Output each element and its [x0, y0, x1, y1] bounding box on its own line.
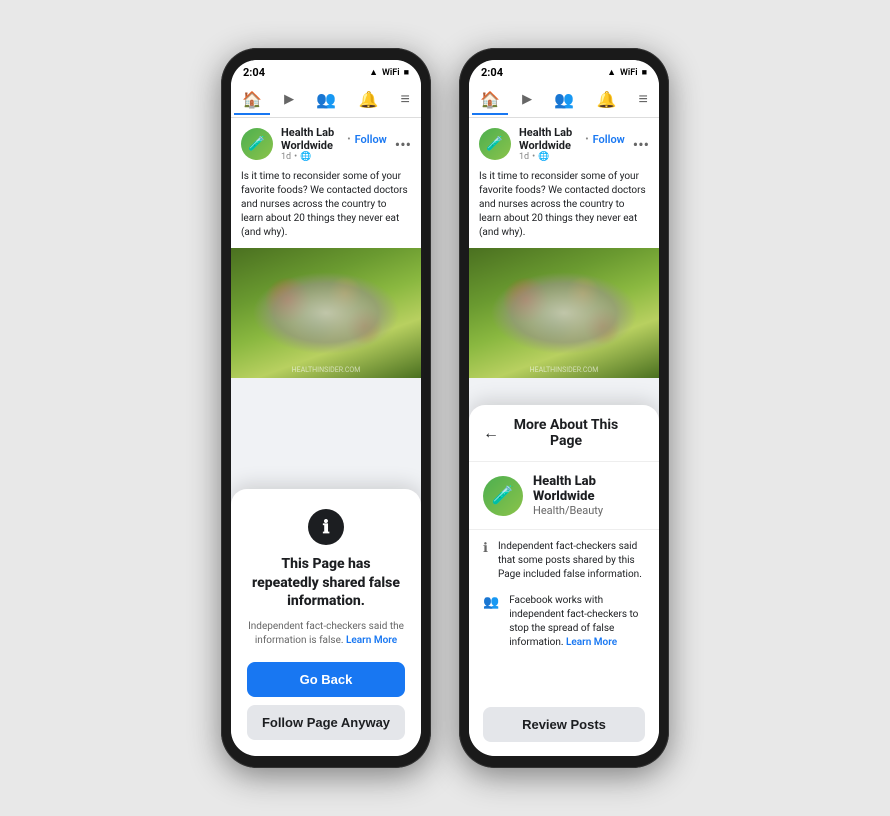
go-back-button[interactable]: Go Back	[247, 662, 405, 697]
fact-text-2: Facebook works with independent fact-che…	[509, 594, 645, 650]
nav-notifications-1[interactable]: 🔔	[350, 86, 386, 115]
battery-icon-2: ■	[642, 67, 647, 78]
post-time-2: 1d • 🌐	[519, 152, 625, 162]
fact-check-items: ℹ Independent fact-checkers said that so…	[469, 530, 659, 699]
phone-2: 2:04 ▲ WiFi ■ 🏠 ▶ 👥 🔔	[459, 48, 669, 768]
menu-icon-1: ≡	[401, 89, 410, 109]
more-about-panel: ← More About This Page 🧪 Health Lab Worl…	[469, 405, 659, 756]
privacy-icon-1: 🌐	[300, 152, 311, 162]
fact-item-1: ℹ Independent fact-checkers said that so…	[483, 540, 645, 582]
watermark-2: HEALTHINSIDER.COM	[530, 366, 599, 374]
bell-icon-2: 🔔	[596, 90, 616, 109]
food-overlay-1	[231, 248, 421, 378]
fact-text-1: Independent fact-checkers said that some…	[498, 540, 645, 582]
battery-icon-1: ■	[404, 67, 409, 78]
wifi-icon-1: WiFi	[382, 68, 400, 78]
phone-1: 2:04 ▲ WiFi ■ 🏠 ▶ 👥 🔔	[221, 48, 431, 768]
nav-people-1[interactable]: 👥	[308, 86, 344, 115]
feed-content-2: 🧪 Health Lab Worldwide • Follow 1d • 🌐	[469, 118, 659, 756]
page-info-category: Health/Beauty	[533, 504, 645, 517]
home-icon-1: 🏠	[242, 90, 262, 109]
watch-icon-2: ▶	[522, 92, 532, 107]
learn-more-link-2[interactable]: Learn More	[566, 637, 617, 648]
food-overlay-2	[469, 248, 659, 378]
watermark-1: HEALTHINSIDER.COM	[292, 366, 361, 374]
privacy-icon-2: 🌐	[538, 152, 549, 162]
nav-menu-2[interactable]: ≡	[631, 85, 656, 115]
post-image-2: HEALTHINSIDER.COM	[469, 248, 659, 378]
more-options-btn-1[interactable]: •••	[395, 135, 411, 154]
nav-notifications-2[interactable]: 🔔	[588, 86, 624, 115]
status-time-1: 2:04	[243, 66, 265, 79]
page-info-avatar: 🧪	[483, 476, 523, 516]
info-icon-fact-1: ℹ	[483, 541, 488, 556]
post-meta-1: Health Lab Worldwide • Follow 1d • 🌐	[281, 126, 387, 162]
info-icon-sheet: ℹ	[308, 509, 344, 545]
post-meta-2: Health Lab Worldwide • Follow 1d • 🌐	[519, 126, 625, 162]
review-posts-button[interactable]: Review Posts	[483, 707, 645, 742]
sheet-title: This Page has repeatedly shared false in…	[247, 555, 405, 610]
post-time-1: 1d • 🌐	[281, 152, 387, 162]
status-bar-2: 2:04 ▲ WiFi ■	[469, 60, 659, 83]
home-icon-2: 🏠	[480, 90, 500, 109]
people-icon-fact-2: 👥	[483, 595, 499, 610]
follow-anyway-button[interactable]: Follow Page Anyway	[247, 705, 405, 740]
page-avatar-1: 🧪	[241, 128, 273, 160]
post-text-2: Is it time to reconsider some of your fa…	[469, 170, 659, 248]
menu-icon-2: ≡	[639, 89, 648, 109]
post-card-1: 🧪 Health Lab Worldwide • Follow 1d • 🌐	[231, 118, 421, 378]
page-avatar-2: 🧪	[479, 128, 511, 160]
fb-navbar-1: 🏠 ▶ 👥 🔔 ≡	[231, 83, 421, 118]
phones-container: 2:04 ▲ WiFi ■ 🏠 ▶ 👥 🔔	[221, 48, 669, 768]
nav-home-2[interactable]: 🏠	[472, 86, 508, 115]
signal-icon-1: ▲	[369, 67, 378, 78]
panel-title: More About This Page	[507, 417, 625, 449]
status-icons-1: ▲ WiFi ■	[369, 67, 409, 78]
post-image-1: HEALTHINSIDER.COM	[231, 248, 421, 378]
page-name-1[interactable]: Health Lab Worldwide	[281, 126, 343, 152]
post-card-2: 🧪 Health Lab Worldwide • Follow 1d • 🌐	[469, 118, 659, 378]
phone-1-screen: 2:04 ▲ WiFi ■ 🏠 ▶ 👥 🔔	[231, 60, 421, 756]
status-time-2: 2:04	[481, 66, 503, 79]
nav-home-1[interactable]: 🏠	[234, 86, 270, 115]
panel-header: ← More About This Page	[469, 405, 659, 462]
post-header-1: 🧪 Health Lab Worldwide • Follow 1d • 🌐	[231, 118, 421, 170]
nav-people-2[interactable]: 👥	[546, 86, 582, 115]
page-info-text: Health Lab Worldwide Health/Beauty	[533, 474, 645, 517]
fact-item-2: 👥 Facebook works with independent fact-c…	[483, 594, 645, 650]
nav-watch-1[interactable]: ▶	[276, 88, 302, 113]
phone-2-screen: 2:04 ▲ WiFi ■ 🏠 ▶ 👥 🔔	[469, 60, 659, 756]
nav-watch-2[interactable]: ▶	[514, 88, 540, 113]
follow-link-1[interactable]: Follow	[355, 133, 387, 146]
feed-content-1: 🧪 Health Lab Worldwide • Follow 1d • 🌐	[231, 118, 421, 756]
watch-icon-1: ▶	[284, 92, 294, 107]
nav-menu-1[interactable]: ≡	[393, 85, 418, 115]
back-arrow-icon[interactable]: ←	[483, 423, 499, 443]
learn-more-link-1[interactable]: Learn More	[346, 635, 397, 646]
status-icons-2: ▲ WiFi ■	[607, 67, 647, 78]
more-options-btn-2[interactable]: •••	[633, 135, 649, 154]
warning-sheet: ℹ This Page has repeatedly shared false …	[231, 489, 421, 756]
signal-icon-2: ▲	[607, 67, 616, 78]
bell-icon-1: 🔔	[358, 90, 378, 109]
post-text-1: Is it time to reconsider some of your fa…	[231, 170, 421, 248]
follow-link-2[interactable]: Follow	[593, 133, 625, 146]
page-info-name: Health Lab Worldwide	[533, 474, 645, 504]
people-icon-2: 👥	[554, 90, 574, 109]
page-info-row: 🧪 Health Lab Worldwide Health/Beauty	[469, 462, 659, 530]
wifi-icon-2: WiFi	[620, 68, 638, 78]
page-name-2[interactable]: Health Lab Worldwide	[519, 126, 581, 152]
fb-navbar-2: 🏠 ▶ 👥 🔔 ≡	[469, 83, 659, 118]
post-header-2: 🧪 Health Lab Worldwide • Follow 1d • 🌐	[469, 118, 659, 170]
sheet-subtitle: Independent fact-checkers said the infor…	[247, 620, 405, 648]
status-bar-1: 2:04 ▲ WiFi ■	[231, 60, 421, 83]
people-icon-1: 👥	[316, 90, 336, 109]
